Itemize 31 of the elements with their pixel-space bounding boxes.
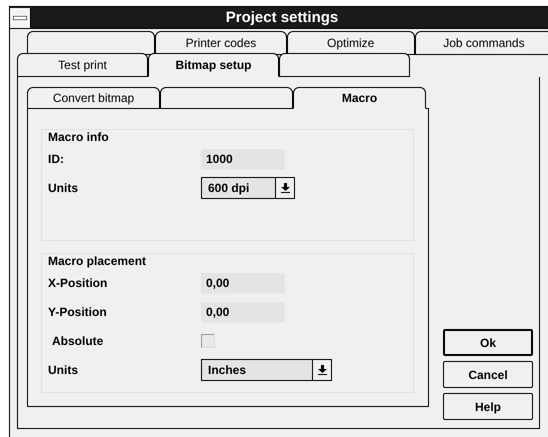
dropdown[interactable]: 600 dpi (201, 176, 295, 198)
tab[interactable]: Macro (293, 87, 426, 109)
tab[interactable] (160, 87, 293, 109)
tab[interactable] (27, 31, 156, 55)
tab[interactable]: Convert bitmap (27, 87, 160, 109)
group-title: Macro placement (48, 254, 146, 268)
input-field[interactable]: 0,00 (201, 302, 284, 322)
dropdown[interactable]: Inches (201, 358, 332, 380)
tab[interactable]: Printer codes (155, 31, 287, 55)
tab[interactable] (279, 53, 410, 77)
tab[interactable]: Optimize (286, 31, 415, 55)
down-arrow-icon (318, 364, 326, 374)
checkbox[interactable] (201, 334, 215, 348)
dialog-button[interactable]: Ok (443, 329, 533, 356)
field-label: Absolute (51, 334, 104, 348)
field-label: ID: (48, 152, 65, 166)
field-label: Y-Position (48, 304, 108, 318)
down-arrow-icon (280, 182, 290, 192)
field-label: X-Position (48, 276, 108, 290)
system-menu-icon[interactable] (10, 8, 31, 28)
field-label: Units (48, 362, 79, 376)
field-label: Units (48, 180, 79, 194)
dialog-button[interactable]: Help (443, 393, 533, 420)
dialog-button[interactable]: Cancel (443, 361, 533, 388)
group-title: Macro info (48, 130, 109, 144)
tab[interactable]: Job commands (414, 31, 548, 55)
tab[interactable]: Test print (17, 53, 148, 77)
window-title: Project settings (224, 9, 340, 26)
tab[interactable]: Bitmap setup (148, 53, 279, 77)
input-field[interactable]: 0,00 (201, 272, 284, 292)
input-field[interactable]: 1000 (201, 148, 284, 168)
